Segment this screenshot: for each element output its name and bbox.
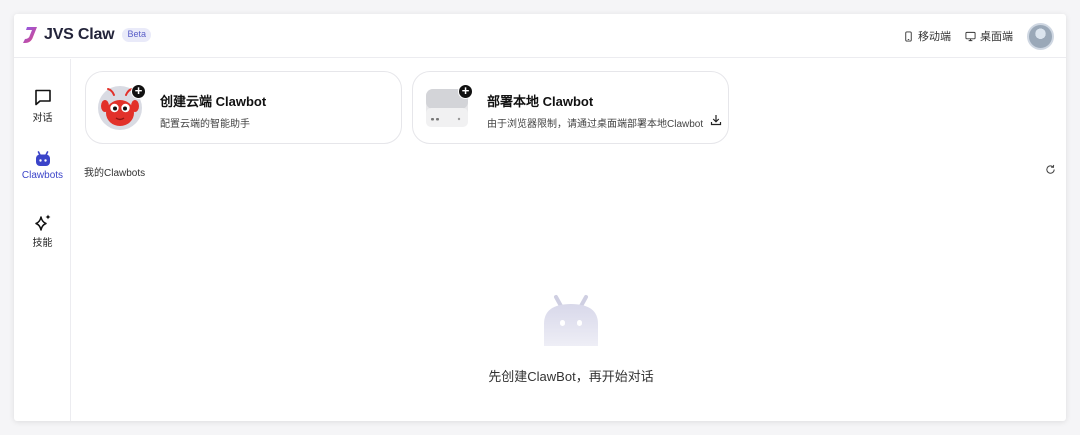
beta-badge: Beta — [122, 28, 151, 42]
header-actions: 移动端 桌面端 — [903, 22, 1054, 50]
card-description: 由于浏览器限制，请通过桌面端部署本地Clawbot — [487, 119, 704, 130]
section-title: 我的Clawbots — [84, 168, 146, 179]
sidebar-item-clawbots[interactable]: Clawbots — [14, 151, 71, 181]
sidebar-item-skills[interactable]: 技能 — [14, 214, 71, 249]
lobster-mascot-image: + — [98, 84, 146, 130]
deploy-local-clawbot-card[interactable]: + 部署本地 Clawbot 由于浏览器限制，请通过桌面端部署本地Clawbot — [412, 71, 729, 144]
card-title: 部署本地 Clawbot — [487, 94, 594, 109]
desktop-link[interactable]: 桌面端 — [965, 28, 1013, 44]
empty-state-message: 先创建ClawBot，再开始对话 — [488, 369, 654, 384]
jvs-logo-icon — [23, 27, 37, 43]
empty-state-robot-icon — [544, 295, 598, 346]
plus-badge-icon: + — [458, 84, 473, 99]
download-icon[interactable] — [710, 114, 722, 126]
desktop-label: 桌面端 — [980, 31, 1013, 43]
card-description: 配置云端的智能助手 — [160, 119, 250, 130]
sparkle-icon — [34, 214, 50, 231]
mobile-link[interactable]: 移动端 — [903, 28, 951, 44]
app-window: JVS Claw Beta 移动端 桌面端 对话 Clawbots 技能 + 创… — [14, 14, 1066, 421]
sidebar-item-label: 技能 — [32, 238, 53, 249]
mac-mini-image: + — [425, 84, 473, 130]
sidebar-item-label: Clawbots — [21, 170, 64, 181]
create-cloud-clawbot-card[interactable]: + 创建云端 Clawbot 配置云端的智能助手 — [85, 71, 402, 144]
monitor-icon — [965, 31, 976, 41]
user-avatar[interactable] — [1027, 22, 1054, 50]
mobile-label: 移动端 — [918, 31, 951, 43]
sidebar-item-chat[interactable]: 对话 — [14, 89, 71, 124]
chat-bubble-icon — [34, 89, 51, 106]
brand-name: JVS Claw — [44, 26, 115, 43]
top-header: JVS Claw Beta 移动端 桌面端 — [14, 14, 1066, 58]
brand[interactable]: JVS Claw Beta — [22, 24, 151, 46]
sidebar-item-label: 对话 — [32, 113, 53, 124]
card-title: 创建云端 Clawbot — [160, 94, 267, 109]
refresh-icon[interactable] — [1045, 164, 1056, 175]
plus-badge-icon: + — [131, 84, 146, 99]
android-robot-icon — [35, 151, 50, 166]
sidebar: 对话 Clawbots 技能 — [14, 59, 71, 421]
phone-icon — [905, 30, 912, 42]
